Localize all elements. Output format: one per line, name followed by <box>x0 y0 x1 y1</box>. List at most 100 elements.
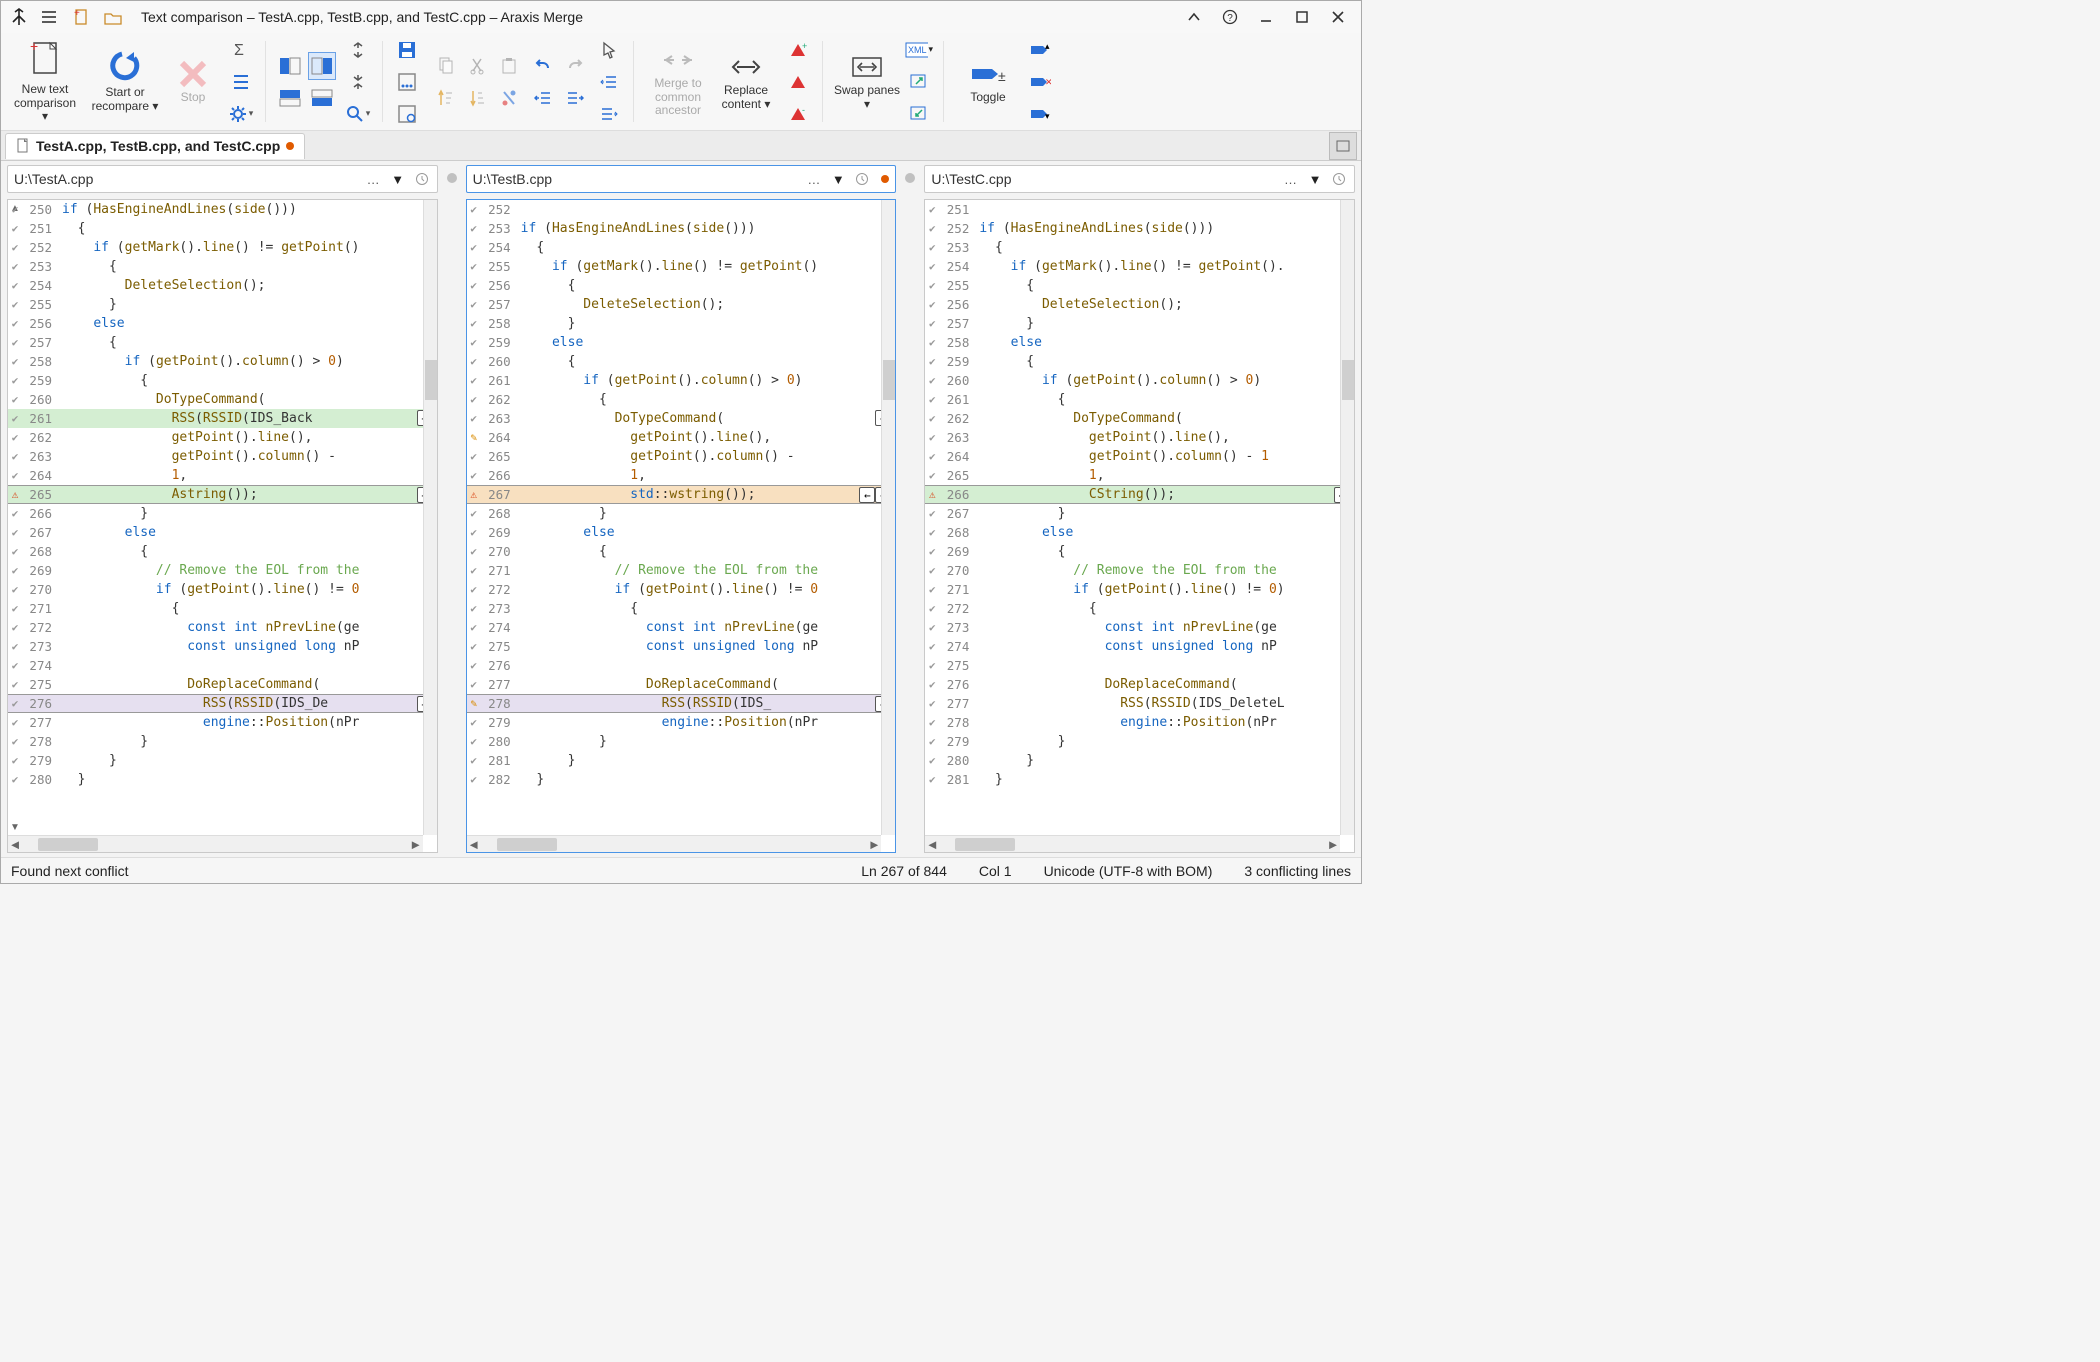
code-line[interactable]: 265 Astring());→ <box>8 485 437 504</box>
code-line[interactable]: 281 } <box>467 751 896 770</box>
code-line[interactable]: 271 if (getPoint().line() != 0) <box>925 580 1354 599</box>
pane-b-hscrollbar[interactable]: ◄► <box>467 835 882 852</box>
code-line[interactable]: 272 { <box>925 599 1354 618</box>
diff-marker-icon[interactable] <box>495 84 523 112</box>
code-line[interactable]: 266 1, <box>467 466 896 485</box>
layout-stack-top-icon[interactable] <box>276 84 304 112</box>
code-line[interactable]: 255 { <box>925 276 1354 295</box>
code-line[interactable]: 260 DoTypeCommand( <box>8 390 437 409</box>
code-line[interactable]: 273 const unsigned long nP <box>8 637 437 656</box>
floppy-config-icon[interactable] <box>393 100 421 128</box>
merge-left-button[interactable]: ← <box>859 487 875 503</box>
pane-a-menu-icon[interactable]: … <box>367 172 381 187</box>
code-line[interactable]: 280 } <box>467 732 896 751</box>
paste-icon[interactable] <box>495 52 523 80</box>
sigma-icon[interactable]: Σ <box>227 36 255 64</box>
code-line[interactable]: 255 } <box>8 295 437 314</box>
code-line[interactable]: 278 RSS(RSSID(IDS_← <box>467 694 896 713</box>
code-line[interactable]: 252 if (getMark().line() != getPoint() <box>8 238 437 257</box>
code-line[interactable]: 266 } <box>8 504 437 523</box>
maximize-button[interactable] <box>1291 6 1313 28</box>
code-line[interactable]: 263 getPoint().column() - <box>8 447 437 466</box>
code-line[interactable]: 264 1, <box>8 466 437 485</box>
code-line[interactable]: 271 // Remove the EOL from the <box>467 561 896 580</box>
code-line[interactable]: 259 else <box>467 333 896 352</box>
code-line[interactable]: 270 { <box>467 542 896 561</box>
code-line[interactable]: 253 { <box>8 257 437 276</box>
pane-c-dropdown-icon[interactable]: ▼ <box>1306 170 1324 188</box>
code-line[interactable]: 264 getPoint().line(), <box>467 428 896 447</box>
code-line[interactable]: 261 { <box>925 390 1354 409</box>
code-line[interactable]: 280 } <box>925 751 1354 770</box>
expand-vertical-icon[interactable] <box>344 68 372 96</box>
code-line[interactable]: 265 1, <box>925 466 1354 485</box>
indent-right-icon[interactable] <box>561 84 589 112</box>
code-line[interactable]: 277 engine::Position(nPr <box>8 713 437 732</box>
code-line[interactable]: 267 } <box>925 504 1354 523</box>
code-line[interactable]: 272 if (getPoint().line() != 0 <box>467 580 896 599</box>
code-line[interactable]: 263 getPoint().line(), <box>925 428 1354 447</box>
cut-icon[interactable] <box>463 52 491 80</box>
pane-b-history-icon[interactable] <box>853 170 871 188</box>
pane-a-history-icon[interactable] <box>413 170 431 188</box>
code-line[interactable]: 257 } <box>925 314 1354 333</box>
code-line[interactable]: 270 // Remove the EOL from the <box>925 561 1354 580</box>
pane-c-editor[interactable]: ▲ 251252if (HasEngineAndLines(side()))25… <box>924 199 1355 853</box>
conflict-add-icon[interactable]: + <box>784 36 812 64</box>
zoom-dropdown-icon[interactable]: ▾ <box>344 100 372 128</box>
pane-b-editor[interactable]: 252253if (HasEngineAndLines(side()))254 … <box>466 199 897 853</box>
code-line[interactable]: 278 } <box>8 732 437 751</box>
code-line[interactable]: 252if (HasEngineAndLines(side())) <box>925 219 1354 238</box>
code-line[interactable]: 273 { <box>467 599 896 618</box>
pane-b-menu-icon[interactable]: … <box>807 172 821 187</box>
code-line[interactable]: 262 { <box>467 390 896 409</box>
start-recompare-button[interactable]: Start or recompare ▾ <box>91 37 159 127</box>
replace-content-button[interactable]: Replace content ▾ <box>712 37 780 127</box>
code-line[interactable]: 279 } <box>8 751 437 770</box>
tag-down-icon[interactable]: ▾ <box>1026 100 1054 128</box>
chevron-up-icon[interactable] <box>1183 6 1205 28</box>
code-line[interactable]: 250if (HasEngineAndLines(side())) <box>8 200 437 219</box>
pane-a-editor[interactable]: ▲ 250if (HasEngineAndLines(side()))251 {… <box>7 199 438 853</box>
code-line[interactable]: 255 if (getMark().line() != getPoint() <box>467 257 896 276</box>
help-icon[interactable]: ? <box>1219 6 1241 28</box>
layout-split-right-icon[interactable] <box>308 52 336 80</box>
copy-icon[interactable] <box>431 52 459 80</box>
code-line[interactable]: 267 else <box>8 523 437 542</box>
tag-up-icon[interactable]: ▴ <box>1026 36 1054 64</box>
code-line[interactable]: 271 { <box>8 599 437 618</box>
pane-b-vscrollbar[interactable] <box>881 200 895 835</box>
code-line[interactable]: 256 else <box>8 314 437 333</box>
code-line[interactable]: 269 { <box>925 542 1354 561</box>
redo-icon[interactable] <box>561 52 589 80</box>
indent-icon[interactable] <box>595 100 623 128</box>
code-line[interactable]: 282 } <box>467 770 896 789</box>
code-line[interactable]: 252 <box>467 200 896 219</box>
pane-a-vscrollbar[interactable] <box>423 200 437 835</box>
code-line[interactable]: 274 const int nPrevLine(ge <box>467 618 896 637</box>
code-line[interactable]: 277 RSS(RSSID(IDS_DeleteL <box>925 694 1354 713</box>
code-line[interactable]: 262 DoTypeCommand( <box>925 409 1354 428</box>
pane-b-dropdown-icon[interactable]: ▼ <box>829 170 847 188</box>
code-line[interactable]: 262 getPoint().line(), <box>8 428 437 447</box>
code-line[interactable]: 270 if (getPoint().line() != 0 <box>8 580 437 599</box>
xml-badge-icon[interactable]: XML▾ <box>905 36 933 64</box>
sort-asc-icon[interactable] <box>431 84 459 112</box>
code-line[interactable]: 279 } <box>925 732 1354 751</box>
code-line[interactable]: 256 DeleteSelection(); <box>925 295 1354 314</box>
code-line[interactable]: 254 DeleteSelection(); <box>8 276 437 295</box>
code-line[interactable]: 260 { <box>467 352 896 371</box>
code-line[interactable]: 269 else <box>467 523 896 542</box>
layout-split-left-icon[interactable] <box>276 52 304 80</box>
minimize-button[interactable] <box>1255 6 1277 28</box>
code-line[interactable]: 251 { <box>8 219 437 238</box>
code-line[interactable]: 272 const int nPrevLine(ge <box>8 618 437 637</box>
code-line[interactable]: 274 <box>8 656 437 675</box>
code-line[interactable]: 275 const unsigned long nP <box>467 637 896 656</box>
collapse-vertical-icon[interactable] <box>344 36 372 64</box>
code-line[interactable]: 269 // Remove the EOL from the <box>8 561 437 580</box>
code-line[interactable]: 275 DoReplaceCommand( <box>8 675 437 694</box>
hamburger-menu-icon[interactable] <box>37 5 61 29</box>
code-line[interactable]: 277 DoReplaceCommand( <box>467 675 896 694</box>
sort-desc-icon[interactable] <box>463 84 491 112</box>
